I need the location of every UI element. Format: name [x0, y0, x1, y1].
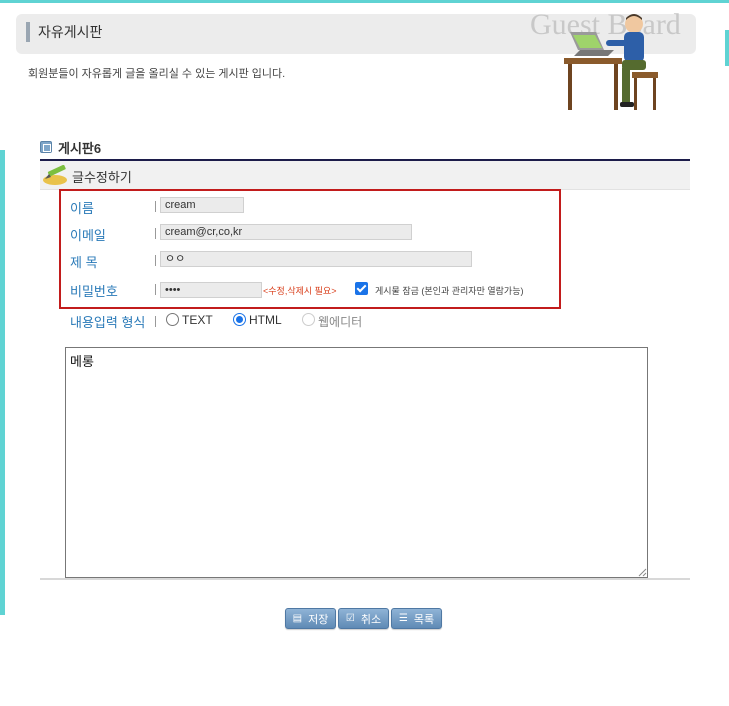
password-separator: [155, 284, 156, 295]
format-html-radio[interactable]: [233, 313, 246, 326]
format-web-editor-radio[interactable]: [302, 313, 315, 326]
list-icon: ☰: [398, 613, 408, 624]
password-input[interactable]: ••••: [160, 282, 262, 298]
subject-separator: [155, 255, 156, 266]
secret-post-label: 게시물 잠금 (본인과 관리자만 열람가능): [375, 286, 524, 296]
page-title: 자유게시판: [38, 24, 103, 40]
list-button-label: 목록: [413, 613, 435, 626]
content-textarea[interactable]: 메롱: [65, 347, 648, 578]
board-icon: [40, 141, 52, 153]
content-format-label: 내용입력 형식: [70, 315, 146, 330]
save-icon: ▤: [292, 613, 303, 624]
save-button[interactable]: ▤ 저장: [285, 608, 336, 629]
format-text-radio[interactable]: [166, 313, 179, 326]
cancel-button-label: 취소: [360, 613, 382, 626]
board-description: 회원분들이 자유롭게 글을 올리실 수 있는 게시판 입니다.: [28, 68, 286, 80]
name-label: 이름: [70, 201, 94, 216]
board-name: 게시판6: [58, 140, 102, 156]
form-bottom-divider: [40, 578, 690, 580]
email-label: 이메일: [70, 228, 106, 243]
subject-label: 제 목: [70, 255, 98, 270]
format-web-editor-label: 웹에디터: [318, 315, 363, 329]
top-accent-line: [0, 0, 729, 3]
password-label: 비밀번호: [70, 284, 118, 299]
name-input[interactable]: cream: [160, 197, 244, 213]
save-button-label: 저장: [308, 613, 329, 626]
person-at-computer-illustration: [564, 14, 658, 110]
cancel-icon: ☑: [345, 613, 355, 624]
edit-section-bar: [40, 161, 690, 190]
email-separator: [155, 228, 156, 239]
board-name-row: 게시판6: [40, 138, 101, 156]
left-accent-bar: [0, 150, 5, 615]
right-accent-bar: [725, 30, 729, 66]
format-text-label: TEXT: [182, 313, 213, 327]
name-separator: [155, 201, 156, 212]
format-html-label: HTML: [249, 313, 282, 327]
email-input[interactable]: cream@cr,co,kr: [160, 224, 412, 240]
resize-grip-icon[interactable]: [637, 567, 647, 577]
cancel-button[interactable]: ☑ 취소: [338, 608, 389, 629]
list-button[interactable]: ☰ 목록: [391, 608, 442, 629]
password-note: <수정,삭제시 필요>: [263, 286, 337, 296]
header-accent-bar: [26, 22, 30, 42]
subject-input[interactable]: ㅇㅇ: [160, 251, 472, 267]
edit-section-title: 글수정하기: [72, 170, 132, 185]
edit-pencil-icon: [43, 165, 67, 185]
format-separator: [155, 316, 156, 327]
secret-post-checkbox[interactable]: [355, 282, 368, 295]
